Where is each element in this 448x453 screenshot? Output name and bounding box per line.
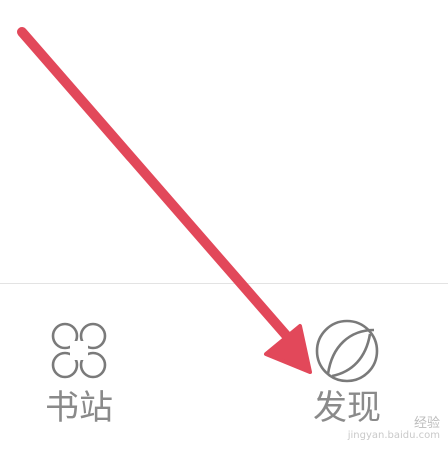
bookstore-icon [51, 322, 107, 379]
content-area [0, 0, 448, 283]
tab-bookstore-label: 书站 [45, 388, 113, 428]
watermark-sub: jingyan.baidu.com [347, 430, 440, 441]
watermark: 经验 jingyan.baidu.com [347, 416, 440, 442]
tab-bookstore[interactable]: 书站 [4, 284, 154, 453]
app-screen: 书站 发现 经验 jingyan.baidu.com [0, 0, 448, 452]
watermark-main: 经验 [413, 416, 440, 431]
discover-icon [315, 319, 379, 383]
